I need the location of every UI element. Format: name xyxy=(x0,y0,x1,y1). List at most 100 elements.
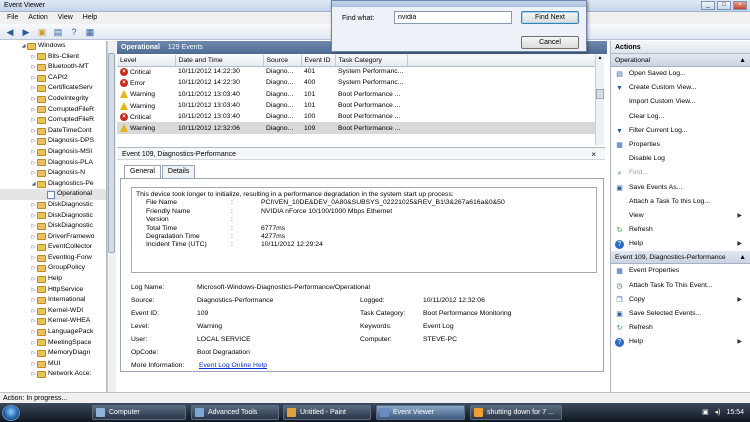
tab-general[interactable]: General xyxy=(124,165,161,179)
expand-arrow-icon[interactable]: ▷ xyxy=(30,147,37,158)
taskbar-button[interactable]: Computer xyxy=(92,405,186,420)
action-item[interactable]: View ▶ xyxy=(611,209,750,223)
volume-icon[interactable]: ◂) xyxy=(715,409,721,416)
menu-file[interactable]: File xyxy=(2,12,23,24)
event-row[interactable]: Warning 10/11/2012 12:32:06 Diagno... 109 Bo… xyxy=(117,122,595,134)
tree-item[interactable]: ▷ MemoryDiagn xyxy=(0,348,106,359)
action-item[interactable]: Disable Log xyxy=(611,152,750,166)
action-item[interactable]: ↻ Refresh xyxy=(611,223,750,237)
expand-arrow-icon[interactable]: ▷ xyxy=(30,211,37,222)
taskbar-button[interactable]: Event Viewer xyxy=(376,405,465,420)
tree-item[interactable]: ▷ CodeIntegrity xyxy=(0,94,106,105)
tree-item[interactable]: ▷ Kernel-WDI xyxy=(0,306,106,317)
find-what-input[interactable] xyxy=(394,11,512,24)
tree-item[interactable]: ▷ Kernel-WHEA xyxy=(0,316,106,327)
tree-item[interactable]: ▷ CorruptedFileR xyxy=(0,115,106,126)
menu-view[interactable]: View xyxy=(53,12,78,24)
column-level[interactable]: Level xyxy=(117,55,176,67)
forward-icon[interactable]: ▶ xyxy=(20,26,32,38)
event-list-scrollbar-thumb[interactable] xyxy=(596,89,604,99)
minimize-button[interactable]: _ xyxy=(701,1,715,10)
tree-item[interactable]: ▷ CorruptedFileR xyxy=(0,105,106,116)
cancel-button[interactable]: Cancel xyxy=(521,36,579,49)
taskbar-button[interactable]: shutting down for 7 ... xyxy=(470,405,562,420)
taskbar-button[interactable]: Advanced Tools xyxy=(191,405,279,420)
tree-item[interactable]: ▷ DriverFramewo xyxy=(0,232,106,243)
tree-item[interactable]: Operational xyxy=(0,189,106,200)
expand-arrow-icon[interactable]: ▷ xyxy=(30,263,37,274)
tree-item[interactable]: ▷ International xyxy=(0,295,106,306)
expand-arrow-icon[interactable]: ▷ xyxy=(30,200,37,211)
tree-item[interactable]: ▷ DiskDiagnostic xyxy=(0,211,106,222)
expand-arrow-icon[interactable]: ▷ xyxy=(30,359,37,370)
event-row[interactable]: × Error 10/11/2012 14:22:30 Diagno... 400 Sys… xyxy=(117,77,595,88)
tree-scrollbar-thumb[interactable] xyxy=(108,53,115,253)
column-event-id[interactable]: Event ID xyxy=(301,55,336,67)
expand-arrow-icon[interactable]: ▷ xyxy=(30,274,37,285)
menu-action[interactable]: Action xyxy=(23,12,52,24)
tree-item[interactable]: ◢ Windows xyxy=(0,41,106,52)
menu-help[interactable]: Help xyxy=(78,12,102,24)
tab-details[interactable]: Details xyxy=(161,165,196,178)
collapse-icon[interactable]: ▲ xyxy=(739,54,746,67)
tree-item[interactable]: ▷ Diagnosis-PLA xyxy=(0,158,106,169)
scroll-up-icon[interactable]: ▲ xyxy=(596,55,604,63)
action-item[interactable]: ? Help ▶ xyxy=(611,335,750,349)
expand-arrow-icon[interactable]: ▷ xyxy=(30,316,37,327)
network-icon[interactable]: ▣ xyxy=(702,409,709,416)
action-item[interactable]: Attach a Task To this Log... xyxy=(611,195,750,209)
action-item[interactable]: ▣ Save Events As... xyxy=(611,181,750,195)
taskbar-button[interactable]: Untitled - Paint xyxy=(283,405,371,420)
expand-arrow-icon[interactable]: ▷ xyxy=(30,83,37,94)
action-item[interactable]: ↻ Refresh xyxy=(611,321,750,335)
tree-item[interactable]: ▷ MUI xyxy=(0,359,106,370)
expand-arrow-icon[interactable]: ▷ xyxy=(30,52,37,63)
action-item[interactable]: Clear Log... xyxy=(611,110,750,124)
action-item[interactable]: ▦ Event Properties xyxy=(611,264,750,278)
action-item[interactable]: ▤ Open Saved Log... xyxy=(611,67,750,81)
tree-item[interactable]: ▷ DateTimeCont xyxy=(0,126,106,137)
event-row[interactable]: × Critical 10/11/2012 14:22:30 Diagno... 401… xyxy=(117,66,595,77)
tree-item[interactable]: ▷ Bluetooth-MT xyxy=(0,62,106,73)
maximize-button[interactable]: □ xyxy=(717,1,731,10)
expand-arrow-icon[interactable]: ▷ xyxy=(30,327,37,338)
tree-item[interactable]: ▷ Network Acce: xyxy=(0,369,106,380)
event-list-scrollbar[interactable]: ▲ xyxy=(595,55,604,145)
expand-arrow-icon[interactable]: ▷ xyxy=(30,232,37,243)
expand-arrow-icon[interactable]: ▷ xyxy=(30,338,37,349)
action-item[interactable]: ❐ Copy ▶ xyxy=(611,293,750,307)
show-hide-tree-icon[interactable]: ▤ xyxy=(52,26,64,38)
tree-item[interactable]: ▷ Eventlog-Forw xyxy=(0,253,106,264)
event-log-online-help-link[interactable]: Event Log Online Help xyxy=(199,360,267,372)
action-item[interactable]: ▼ Filter Current Log... xyxy=(611,124,750,138)
expand-arrow-icon[interactable]: ▷ xyxy=(30,295,37,306)
tree-item[interactable]: ▷ Bits-Client xyxy=(0,52,106,63)
actions-section-log[interactable]: Operational ▲ xyxy=(611,54,750,67)
action-item[interactable]: ⌕ Find... xyxy=(611,166,750,180)
collapse-icon[interactable]: ▲ xyxy=(739,251,746,264)
action-item[interactable]: ▼ Create Custom View... xyxy=(611,81,750,95)
tree-item[interactable]: ▷ CertificateServ xyxy=(0,83,106,94)
event-row[interactable]: Warning 10/11/2012 13:03:40 Diagno... 101 Bo… xyxy=(117,100,595,111)
collapse-arrow-icon[interactable]: ◢ xyxy=(30,179,37,190)
up-folder-icon[interactable]: ▣ xyxy=(36,26,48,38)
back-icon[interactable]: ◀ xyxy=(4,26,16,38)
column-task-category[interactable]: Task Category xyxy=(335,55,408,67)
expand-arrow-icon[interactable]: ▷ xyxy=(30,126,37,137)
event-row[interactable]: Warning 10/11/2012 13:03:40 Diagno... 101 Bo… xyxy=(117,89,595,100)
action-item[interactable]: Import Custom View... xyxy=(611,95,750,109)
expand-arrow-icon[interactable]: ▷ xyxy=(30,94,37,105)
tree-item[interactable]: ▷ Help xyxy=(0,274,106,285)
tree-item[interactable]: ▷ DiskDiagnostic xyxy=(0,200,106,211)
tree-item[interactable]: ▷ Diagnosis-MSI xyxy=(0,147,106,158)
action-item[interactable]: ▦ Properties xyxy=(611,138,750,152)
tree-item[interactable]: ▷ EventCollector xyxy=(0,242,106,253)
tree-item[interactable]: ▷ DiskDiagnostic xyxy=(0,221,106,232)
expand-arrow-icon[interactable]: ▷ xyxy=(30,105,37,116)
expand-arrow-icon[interactable]: ▷ xyxy=(30,253,37,264)
clock[interactable]: 15:54 xyxy=(726,409,744,416)
expand-arrow-icon[interactable]: ▷ xyxy=(30,369,37,380)
expand-arrow-icon[interactable]: ▷ xyxy=(30,168,37,179)
expand-arrow-icon[interactable]: ▷ xyxy=(30,285,37,296)
event-row[interactable]: × Critical 10/11/2012 13:03:40 Diagno... 100… xyxy=(117,111,595,122)
